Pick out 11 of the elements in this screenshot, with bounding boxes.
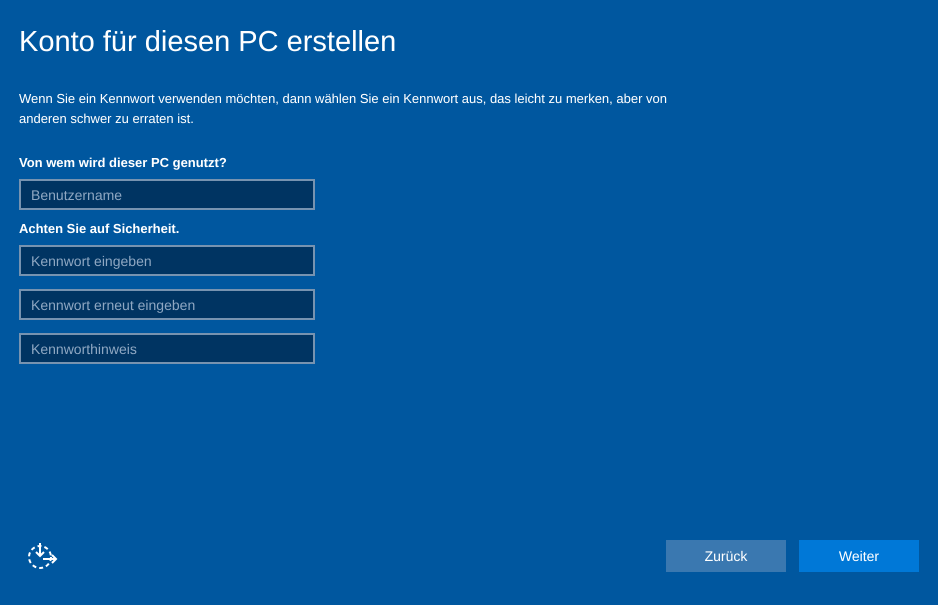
page-title: Konto für diesen PC erstellen (19, 25, 398, 60)
next-button[interactable]: Weiter (799, 540, 919, 572)
input-field[interactable]: Kennworthinweis (19, 333, 315, 364)
input-field[interactable]: Benutzername (19, 179, 315, 210)
input-field[interactable]: Kennwort eingeben (19, 245, 315, 276)
intro-text: Wenn Sie ein Kennwort verwenden möchten, dann wählen Sie ein Kennwort aus, das leicht zu merken, aber von anderen schwer zu erraten ist. (19, 90, 668, 128)
section-heading: Von wem wird dieser PC genutzt? (19, 155, 228, 170)
section-heading: Achten Sie auf Sicherheit. (19, 221, 180, 236)
ease-of-access-icon[interactable] (25, 540, 59, 572)
back-button[interactable]: Zurück (666, 540, 786, 572)
input-field[interactable]: Kennwort erneut eingeben (19, 289, 315, 320)
